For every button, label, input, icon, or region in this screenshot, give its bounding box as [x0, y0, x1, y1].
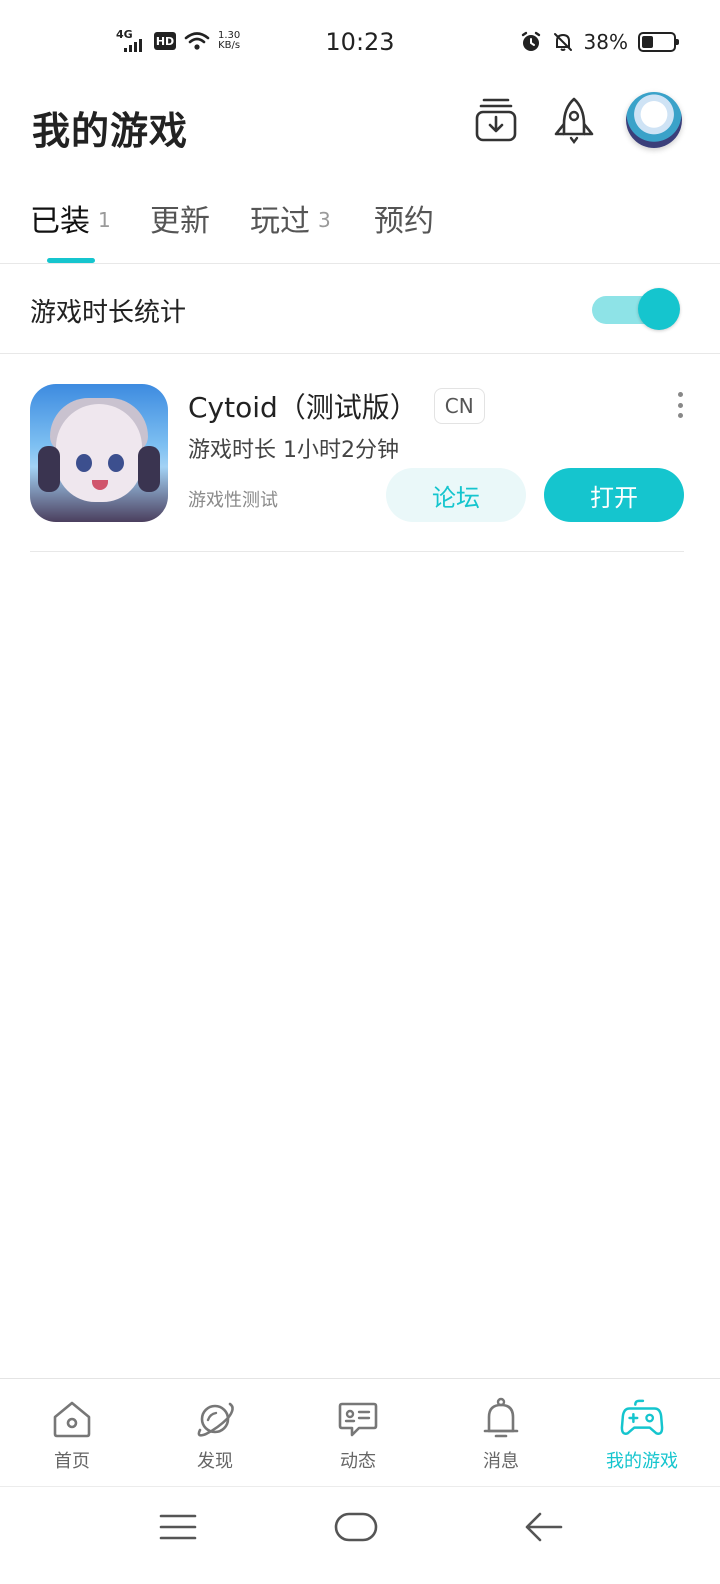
- user-avatar[interactable]: [626, 92, 682, 148]
- tab-label: 更新: [150, 204, 210, 239]
- game-playtime: 游戏时长 1小时2分钟: [188, 438, 399, 463]
- network-speed: 1.30 KB/s: [218, 31, 240, 51]
- status-bar: 4G HD 1.30 KB/s 10:23 38%: [0, 0, 720, 86]
- tab-label: 玩过: [250, 204, 310, 239]
- region-badge: CN: [433, 388, 485, 424]
- nav-feed[interactable]: 动态: [286, 1379, 430, 1487]
- bottom-navigation: 首页 发现 动态 消息 我的游戏: [0, 1378, 720, 1486]
- cellular-signal-icon: 4G: [116, 28, 146, 54]
- gamepad-icon: [620, 1399, 664, 1435]
- status-right: 38%: [520, 30, 679, 54]
- system-navigation-bar: [0, 1486, 720, 1584]
- more-options-icon[interactable]: [670, 390, 690, 420]
- download-manager-icon: [475, 98, 517, 142]
- system-home-button[interactable]: [326, 1507, 386, 1547]
- planet-icon: [197, 1402, 234, 1437]
- download-manager-button[interactable]: [470, 94, 522, 146]
- page-title: 我的游戏: [32, 109, 189, 153]
- game-title: Cytoid（测试版）: [188, 391, 418, 424]
- active-tab-indicator: [47, 258, 95, 263]
- nav-label: 动态: [340, 1451, 376, 1472]
- battery-percent: 38%: [583, 30, 628, 54]
- tab-label: 预约: [374, 204, 434, 239]
- system-back-button[interactable]: [514, 1507, 574, 1547]
- nav-label: 消息: [483, 1451, 519, 1472]
- tab-updates[interactable]: 更新: [150, 196, 210, 264]
- alarm-icon: [521, 31, 540, 51]
- back-arrow-icon: [525, 1512, 563, 1542]
- network-speed-unit: KB/s: [218, 40, 241, 51]
- header: 我的游戏: [0, 86, 720, 166]
- rocket-icon: [554, 97, 594, 144]
- tab-count: 3: [318, 208, 331, 232]
- open-game-button[interactable]: 打开: [544, 468, 684, 522]
- game-status-label: 游戏性测试: [188, 490, 278, 511]
- home-icon: [53, 1401, 91, 1438]
- tab-installed[interactable]: 已装 1: [30, 196, 111, 264]
- battery-icon: [638, 32, 679, 52]
- nav-home[interactable]: 首页: [0, 1379, 144, 1487]
- toggle-knob: [638, 288, 680, 330]
- game-icon[interactable]: [30, 384, 168, 522]
- status-left: 4G HD 1.30 KB/s: [116, 28, 240, 54]
- wifi-icon: [184, 32, 210, 50]
- rocket-button[interactable]: [548, 94, 600, 146]
- feed-icon: [338, 1402, 378, 1437]
- nav-discover[interactable]: 发现: [143, 1379, 287, 1487]
- tab-count: 1: [98, 208, 111, 232]
- nav-messages[interactable]: 消息: [429, 1379, 573, 1487]
- system-menu-button[interactable]: [148, 1507, 208, 1547]
- tab-label: 已装: [30, 204, 90, 239]
- home-pill-icon: [334, 1512, 378, 1542]
- game-title-row: Cytoid（测试版） CN: [188, 386, 485, 426]
- nav-label: 首页: [54, 1451, 90, 1472]
- playtime-stats-row: 游戏时长统计: [0, 264, 720, 354]
- bell-icon: [483, 1397, 519, 1438]
- tab-reserved[interactable]: 预约: [374, 196, 434, 264]
- tab-played[interactable]: 玩过 3: [250, 196, 331, 264]
- playtime-stats-label: 游戏时长统计: [30, 298, 187, 328]
- screen: 4G HD 1.30 KB/s 10:23 38% 我的游戏 已装 1 更新 玩…: [0, 0, 720, 1584]
- menu-icon: [159, 1514, 197, 1540]
- playtime-stats-toggle[interactable]: [592, 286, 682, 332]
- nav-label: 我的游戏: [606, 1451, 678, 1472]
- tab-bar: 已装 1 更新 玩过 3 预约: [0, 196, 720, 264]
- game-list-item[interactable]: Cytoid（测试版） CN 游戏时长 1小时2分钟 游戏性测试 论坛 打开: [30, 374, 684, 552]
- mute-bell-icon: [553, 33, 572, 51]
- battery-level-fill: [642, 36, 654, 48]
- forum-button[interactable]: 论坛: [386, 468, 526, 522]
- hd-badge: HD: [154, 32, 176, 50]
- nav-label: 发现: [197, 1451, 233, 1472]
- nav-my-games[interactable]: 我的游戏: [570, 1379, 714, 1487]
